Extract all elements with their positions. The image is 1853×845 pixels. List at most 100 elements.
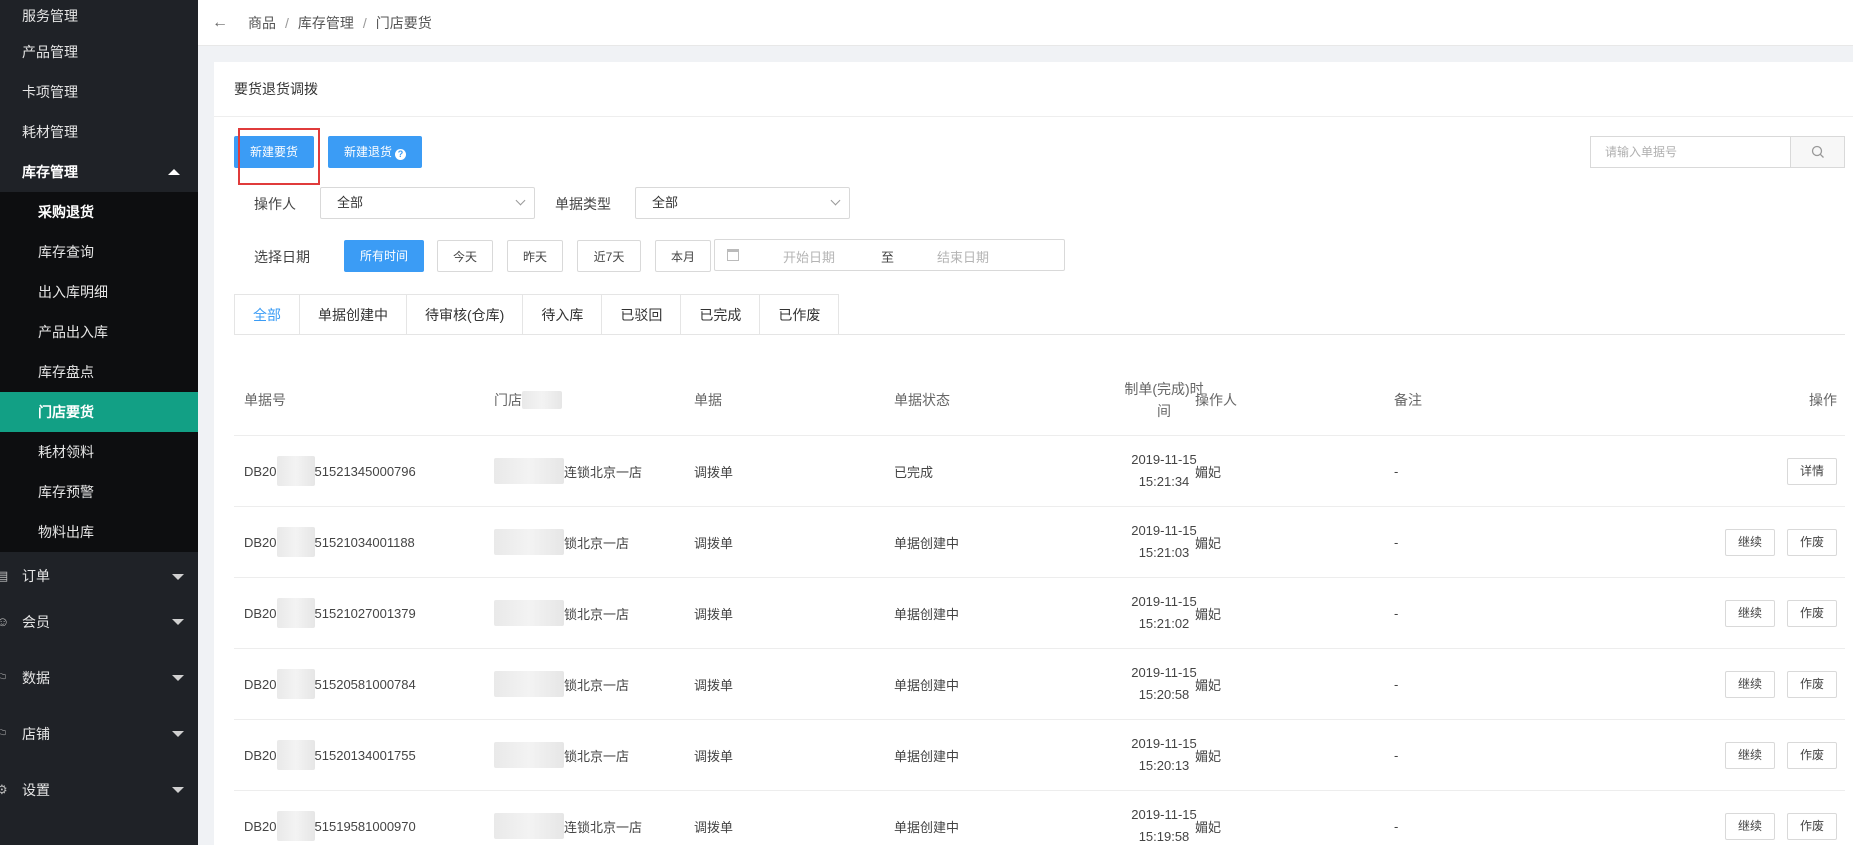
table-row: DB20 51521034001188 锁北京一店 调拨单 单据创建中 2019-11-1…	[234, 507, 1845, 578]
cell-note: -	[1394, 747, 1399, 763]
tab[interactable]: 已驳回	[601, 294, 682, 335]
cell-note: -	[1394, 534, 1399, 550]
sidebar-subitem[interactable]: 库存预警	[0, 472, 198, 512]
sidebar-subitem[interactable]: 物料出库	[0, 512, 198, 552]
order-icon: ▤	[0, 568, 9, 583]
cell-store: 锁北京一店	[494, 720, 629, 790]
doc-no-suffix: 51521027001379	[314, 605, 416, 621]
doc-no-prefix: DB20	[244, 605, 277, 621]
sidebar-subitem[interactable]: 产品出入库	[0, 312, 198, 352]
sidebar-top-items: 服务管理 产品管理 卡项管理 耗材管理	[0, 0, 198, 152]
sidebar-subitem[interactable]: 库存查询	[0, 232, 198, 272]
store-name-suffix: 连锁北京一店	[564, 464, 643, 480]
breadcrumb-item[interactable]: 商品	[248, 15, 276, 31]
sidebar-group[interactable]: ☺ 会员	[0, 594, 198, 650]
cell-note: -	[1394, 818, 1399, 834]
sidebar-item[interactable]: 服务管理	[0, 0, 198, 32]
cell-doc-type: 调拨单	[694, 464, 734, 480]
date-range-picker[interactable]: 开始日期 至 结束日期	[714, 239, 1065, 271]
sidebar-group[interactable]: ⚙ 设置	[0, 762, 198, 818]
cell-doc-no: DB20 51519581000970	[244, 791, 416, 845]
cell-doc-no: DB20 51520134001755	[244, 720, 416, 790]
continue-button[interactable]: 继续	[1724, 528, 1775, 556]
chevron-down-icon	[172, 787, 184, 793]
date-option-button[interactable]: 近7天	[577, 240, 641, 272]
sidebar-group[interactable]: ⚐ 店铺	[0, 706, 198, 762]
blurred-region	[276, 669, 315, 699]
date-option-button[interactable]: 今天	[437, 240, 493, 272]
breadcrumb-item[interactable]: 库存管理	[298, 15, 354, 31]
continue-button[interactable]: 继续	[1724, 599, 1775, 627]
chevron-down-icon	[172, 574, 184, 580]
back-arrow-icon[interactable]: ←	[212, 14, 228, 32]
cell-status: 单据创建中	[894, 819, 960, 835]
date-option-button[interactable]: 昨天	[507, 240, 563, 272]
doc-type-label: 单据类型	[555, 196, 611, 212]
cell-doc-type: 调拨单	[694, 677, 734, 693]
doc-type-select[interactable]: 全部	[635, 187, 850, 219]
sidebar-group-inventory[interactable]: 库存管理	[0, 152, 198, 192]
tab[interactable]: 全部	[234, 294, 300, 335]
detail-button[interactable]: 详情	[1786, 457, 1837, 485]
void-button[interactable]: 作废	[1786, 670, 1837, 698]
doc-no-prefix: DB20	[244, 534, 277, 550]
operator-label: 操作人	[254, 196, 296, 212]
table-row: DB20 51521345000796 连锁北京一店 调拨单 已完成 2019-11-15…	[234, 436, 1845, 507]
sidebar-group[interactable]: ▤ 订单	[0, 552, 198, 594]
chevron-down-icon	[172, 731, 184, 737]
col-header-action: 操作	[1809, 391, 1837, 408]
sidebar-subitem[interactable]: 耗材领料	[0, 432, 198, 472]
sidebar-subitem[interactable]: 库存盘点	[0, 352, 198, 392]
sidebar-subitem[interactable]: 出入库明细	[0, 272, 198, 312]
sidebar-item[interactable]: 耗材管理	[0, 112, 198, 152]
sidebar-item[interactable]: 产品管理	[0, 32, 198, 72]
continue-button[interactable]: 继续	[1724, 670, 1775, 698]
breadcrumb-bar: ← 商品 / 库存管理 / 门店要货	[198, 0, 1853, 46]
continue-button[interactable]: 继续	[1724, 812, 1775, 840]
cell-doc-no: DB20 51521027001379	[244, 578, 416, 648]
search-box	[1590, 136, 1845, 168]
table-row: DB20 51521027001379 锁北京一店 调拨单 单据创建中 2019-11-1…	[234, 578, 1845, 649]
void-button[interactable]: 作废	[1786, 741, 1837, 769]
search-input[interactable]	[1591, 137, 1790, 167]
operator-select[interactable]: 全部	[320, 187, 535, 219]
void-button[interactable]: 作废	[1786, 599, 1837, 627]
help-icon: ?	[395, 149, 406, 160]
cell-note: -	[1394, 605, 1399, 621]
start-date-placeholder: 开始日期	[783, 250, 836, 265]
new-return-button[interactable]: 新建退货?	[328, 136, 422, 168]
time-date: 2019-11-15	[1131, 523, 1197, 538]
range-separator: 至	[881, 250, 895, 265]
tab[interactable]: 待入库	[522, 294, 603, 335]
cell-actions: 继续 作废	[1713, 791, 1837, 845]
time-clock: 15:21:02	[1138, 616, 1190, 631]
date-option-button[interactable]: 所有时间	[344, 240, 424, 272]
cell-operator: 媚妃	[1195, 819, 1222, 835]
tabs-divider	[234, 334, 1845, 335]
sidebar-subitem[interactable]: 门店要货	[0, 392, 198, 432]
search-button[interactable]	[1790, 137, 1844, 167]
col-header-store: 门店	[494, 364, 562, 435]
doc-no-prefix: DB20	[244, 676, 277, 692]
tab[interactable]: 待审核(仓库)	[406, 294, 524, 335]
chevron-down-icon	[515, 195, 526, 206]
date-option-button[interactable]: 本月	[655, 240, 711, 272]
tab[interactable]: 已作废	[759, 294, 840, 335]
col-header-time-line1: 制单(完成)时	[1124, 380, 1204, 397]
time-date: 2019-11-15	[1131, 736, 1197, 751]
cell-doc-type: 调拨单	[694, 606, 734, 622]
time-clock: 15:21:03	[1138, 545, 1190, 560]
tab[interactable]: 已完成	[680, 294, 761, 335]
cell-operator: 媚妃	[1195, 535, 1222, 551]
tab[interactable]: 单据创建中	[299, 294, 407, 335]
void-button[interactable]: 作废	[1786, 812, 1837, 840]
continue-button[interactable]: 继续	[1724, 741, 1775, 769]
sidebar-item[interactable]: 卡项管理	[0, 72, 198, 112]
chevron-up-icon	[168, 169, 180, 175]
time-clock: 15:19:58	[1138, 829, 1190, 844]
sidebar-subitem[interactable]: 采购退货	[0, 192, 198, 232]
cell-note: -	[1394, 676, 1399, 692]
sidebar-group[interactable]: ⚐ 数据	[0, 650, 198, 706]
void-button[interactable]: 作废	[1786, 528, 1837, 556]
cell-status: 单据创建中	[894, 606, 960, 622]
